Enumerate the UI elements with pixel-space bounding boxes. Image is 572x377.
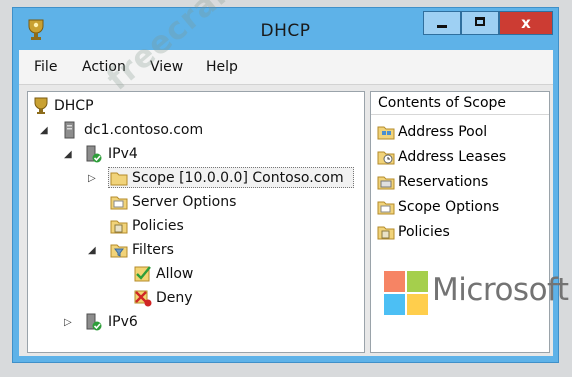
maximize-button[interactable]	[461, 11, 499, 35]
menu-bar: File Action View Help	[19, 50, 553, 85]
list-item-label: Scope Options	[398, 199, 500, 215]
policies-icon	[110, 220, 128, 234]
options-icon	[110, 196, 128, 210]
server-icon	[64, 121, 75, 139]
ipv4-icon	[86, 145, 102, 163]
close-icon: x	[521, 14, 531, 32]
menu-view[interactable]: View	[150, 59, 183, 75]
minimize-button[interactable]	[423, 11, 461, 35]
tree-label: Deny	[156, 290, 193, 306]
menu-file[interactable]: File	[34, 59, 57, 75]
dhcp-window: DHCP x File Action View Help DHCP ◢ dc1.…	[12, 7, 559, 363]
tree-label: Allow	[156, 266, 194, 282]
allow-icon	[134, 266, 151, 282]
title-bar[interactable]: DHCP x	[13, 8, 558, 50]
menu-help[interactable]: Help	[206, 59, 238, 75]
address-pool-icon	[377, 126, 395, 140]
maximize-icon	[475, 17, 485, 26]
tree-label: Scope [10.0.0.0] Contoso.com	[132, 170, 344, 186]
expanded-arrow-icon[interactable]: ◢	[64, 149, 72, 160]
tree-label: Filters	[132, 242, 174, 258]
microsoft-wordmark: Microsoft	[432, 272, 569, 308]
microsoft-logo-icon	[384, 271, 428, 315]
tree-label: dc1.contoso.com	[84, 122, 204, 138]
list-item-label: Address Leases	[398, 149, 507, 165]
dhcp-icon	[34, 97, 48, 114]
ipv6-icon	[86, 313, 102, 331]
minimize-icon	[437, 25, 447, 28]
expanded-arrow-icon[interactable]: ◢	[40, 125, 48, 136]
address-leases-icon	[377, 151, 395, 165]
expanded-arrow-icon[interactable]: ◢	[88, 245, 96, 256]
close-button[interactable]: x	[499, 11, 553, 35]
tree-label: DHCP	[54, 98, 94, 114]
reservations-icon	[377, 176, 395, 190]
list-item-label: Address Pool	[398, 124, 488, 140]
folder-icon	[110, 172, 128, 186]
content-area: DHCP ◢ dc1.contoso.com ◢ IPv4 ▷ Scope [1…	[19, 85, 553, 356]
column-header[interactable]: Contents of Scope	[371, 92, 549, 115]
tree-pane[interactable]: DHCP ◢ dc1.contoso.com ◢ IPv4 ▷ Scope [1…	[27, 91, 365, 353]
policies-icon	[377, 226, 395, 240]
tree-label: Policies	[132, 218, 184, 234]
deny-icon	[134, 290, 152, 307]
collapsed-arrow-icon[interactable]: ▷	[64, 317, 72, 328]
tree-label: IPv4	[108, 146, 138, 162]
list-item-label: Policies	[398, 224, 450, 240]
list-item-label: Reservations	[398, 174, 489, 190]
menu-action[interactable]: Action	[82, 59, 126, 75]
scope-options-icon	[377, 201, 395, 215]
filters-icon	[110, 244, 128, 258]
tree-label: Server Options	[132, 194, 237, 210]
collapsed-arrow-icon[interactable]: ▷	[88, 173, 96, 184]
tree-label: IPv6	[108, 314, 138, 330]
